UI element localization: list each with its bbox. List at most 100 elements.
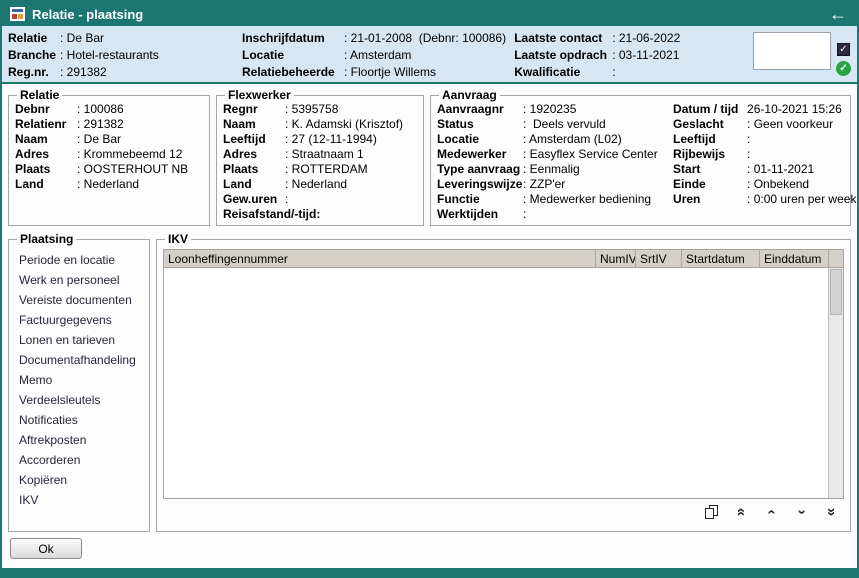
field-row: Type aanvraag: Eenmalig [437,162,673,177]
menu-item-vereiste-documenten[interactable]: Vereiste documenten [15,290,143,310]
header-status-icons: ✓ ✓ [836,43,851,80]
menu-item-lonen-en-tarieven[interactable]: Lonen en tarieven [15,330,143,350]
aanvraag-legend: Aanvraag [439,88,500,102]
field-label: Land [223,177,285,192]
menu-item-factuurgegevens[interactable]: Factuurgegevens [15,310,143,330]
field-value: : OOSTERHOUT NB [77,162,188,177]
field-row: Medewerker: Easyflex Service Center [437,147,673,162]
field-label: Plaats [223,162,285,177]
back-arrow-button[interactable]: ← [827,5,849,23]
field-value: : Floortje Willems [344,64,436,81]
field-value: : [285,192,288,207]
field-value: : [523,207,526,222]
field-row: Naam: K. Adamski (Krisztof) [223,117,417,132]
field-value: : Medewerker bediening [523,192,651,207]
field-value: : Nederland [77,177,139,192]
scroll-up-button[interactable]: ‹ [762,504,780,520]
field-label: Reisafstand/-tijd: [223,207,320,222]
field-row: Reisafstand/-tijd: [223,207,417,222]
menu-item-notificaties[interactable]: Notificaties [15,410,143,430]
header-row: Locatie : Amsterdam [242,47,514,64]
field-value: : 291382 [77,117,124,132]
scroll-down-button[interactable]: ‹ [792,504,810,520]
scrollbar-thumb[interactable] [830,269,842,315]
field-value: : Krommebeemd 12 [77,147,182,162]
header-row: Laatste opdrach : 03-11-2021 [514,47,753,64]
field-value: : De Bar [60,30,104,47]
field-label: Regnr [223,102,285,117]
flexwerker-legend: Flexwerker [225,88,294,102]
vertical-scrollbar[interactable] [828,268,843,498]
menu-item-werk-en-personeel[interactable]: Werk en personeel [15,270,143,290]
top-fieldsets-row: Relatie Debnr: 100086 Relatienr: 291382 … [8,88,851,226]
field-value: : De Bar [77,132,121,147]
relatie-fieldset: Relatie Debnr: 100086 Relatienr: 291382 … [8,88,210,226]
column-header-einddatum: Einddatum [760,250,828,267]
relatie-legend: Relatie [17,88,62,102]
aanvraag-fieldset: Aanvraag Aanvraagnr: 1920235 Status: Dee… [430,88,851,226]
menu-item-periode-en-locatie[interactable]: Periode en locatie [15,250,143,270]
field-value: : 01-11-2021 [747,162,814,177]
field-label: Branche [8,47,60,64]
field-value: : Nederland [285,177,347,192]
field-row: Functie: Medewerker bediening [437,192,673,207]
column-header-startdatum: Startdatum [682,250,760,267]
checked-checkbox[interactable]: ✓ [837,43,850,56]
aanvraag-columns: Aanvraagnr: 1920235 Status: Deels vervul… [437,102,844,222]
plaatsing-legend: Plaatsing [17,232,76,246]
field-label: Aanvraagnr [437,102,523,117]
field-value: : 291382 [60,64,107,81]
ikv-table: Loonheffingennummer NumIV SrtIV Startdat… [163,249,844,499]
field-label: Functie [437,192,523,207]
main-content: Relatie Debnr: 100086 Relatienr: 291382 … [2,84,857,568]
menu-item-ikv[interactable]: IKV [15,490,143,510]
menu-item-memo[interactable]: Memo [15,370,143,390]
menu-item-accorderen[interactable]: Accorderen [15,450,143,470]
menu-item-kopieren[interactable]: Kopiëren [15,470,143,490]
notes-box [753,32,831,70]
column-header-numiv: NumIV [596,250,636,267]
field-row: Einde: Onbekend [673,177,856,192]
field-row: Debnr: 100086 [15,102,203,117]
field-label: Uren [673,192,747,207]
field-row: Land: Nederland [15,177,203,192]
header-row: Branche : Hotel-restaurants [8,47,242,64]
field-value: : 1920235 [523,102,576,117]
field-label: Inschrijfdatum [242,30,344,47]
field-label: Datum / tijd [673,102,747,117]
copy-button[interactable] [702,504,720,520]
bottom-fieldsets-row: Plaatsing Periode en locatie Werk en per… [8,232,851,532]
column-header-loonheffingennummer: Loonheffingennummer [164,250,596,267]
aanvraag-left-column: Aanvraagnr: 1920235 Status: Deels vervul… [437,102,673,222]
window-title: Relatie - plaatsing [32,7,143,22]
field-value: : 21-01-2008 (Debnr: 100086) [344,30,506,47]
scroll-top-button[interactable]: « [732,504,750,520]
double-chevron-down-icon: « [824,508,838,516]
field-value: : Straatnaam 1 [285,147,364,162]
field-row: Geslacht: Geen voorkeur [673,117,856,132]
field-value: : Deels vervuld [523,117,606,132]
field-value: : Hotel-restaurants [60,47,159,64]
scroll-bottom-button[interactable]: « [822,504,840,520]
menu-item-verdeelsleutels[interactable]: Verdeelsleutels [15,390,143,410]
field-label: Medewerker [437,147,523,162]
field-value: : Amsterdam [344,47,411,64]
field-label: Laatste opdrach [514,47,612,64]
field-label: Adres [223,147,285,162]
footer-bar: Ok [8,538,851,559]
column-header-srtiv: SrtIV [636,250,682,267]
ikv-legend: IKV [165,232,191,246]
menu-item-documentafhandeling[interactable]: Documentafhandeling [15,350,143,370]
field-label: Type aanvraag [437,162,523,177]
field-label: Rijbewijs [673,147,747,162]
field-label: Geslacht [673,117,747,132]
plaatsing-fieldset: Plaatsing Periode en locatie Werk en per… [8,232,150,532]
ok-button[interactable]: Ok [10,538,82,559]
field-row: Start: 01-11-2021 [673,162,856,177]
field-value: : Easyflex Service Center [523,147,658,162]
field-row: Aanvraagnr: 1920235 [437,102,673,117]
field-row: Leeftijd: 27 (12-11-1994) [223,132,417,147]
menu-item-aftrekposten[interactable]: Aftrekposten [15,430,143,450]
field-value: : Geen voorkeur [747,117,833,132]
field-label: Relatienr [15,117,77,132]
